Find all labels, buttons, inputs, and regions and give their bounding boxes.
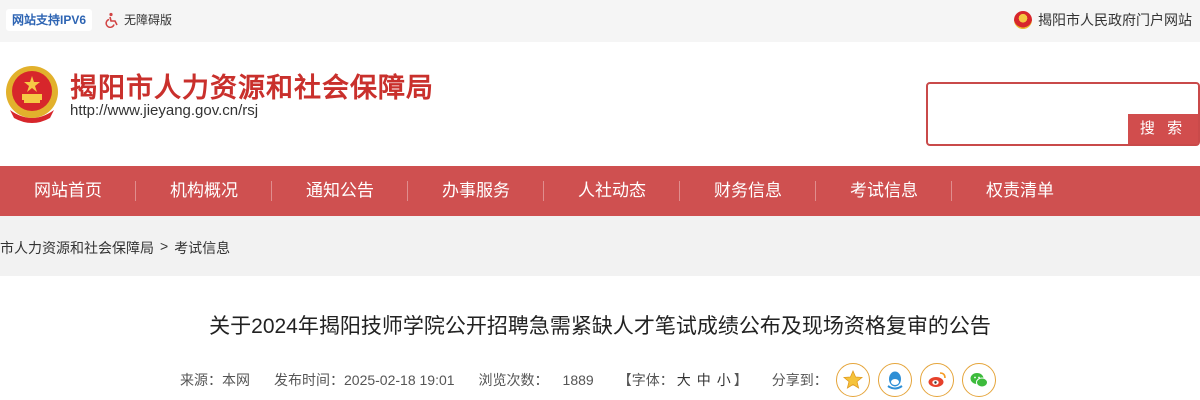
breadcrumb-home[interactable]: 市人力资源和社会保障局 xyxy=(0,238,154,258)
main-nav: 网站首页 机构概况 通知公告 办事服务 人社动态 财务信息 考试信息 权责清单 xyxy=(0,166,1200,216)
accessibility-label: 无障碍版 xyxy=(124,13,173,27)
top-utility-bar: 网站支持IPV6 无障碍版 揭阳市人民政府门户网站 xyxy=(0,0,1200,42)
font-medium-button[interactable]: 中 xyxy=(697,370,711,390)
qzone-icon xyxy=(842,369,863,389)
share-weibo-button[interactable] xyxy=(919,363,954,397)
article-title: 关于2024年揭阳技师学院公开招聘急需紧缺人才笔试成绩公布及现场资格复审的公告 xyxy=(209,315,991,338)
article-published: 发布时间：2025-02-18 19:01 xyxy=(274,372,455,388)
article-views: 浏览次数： 1889 xyxy=(479,370,594,390)
site-title: 揭阳市人力资源和社会保障局 xyxy=(70,73,434,103)
views-count: 1889 xyxy=(562,372,594,388)
nav-item-notices[interactable]: 通知公告 xyxy=(272,166,408,216)
search-button[interactable]: 搜 索 xyxy=(1128,114,1198,144)
wheelchair-icon xyxy=(105,12,118,28)
nav-item-services[interactable]: 办事服务 xyxy=(408,166,544,216)
wechat-icon xyxy=(970,373,988,388)
share-qzone-button[interactable] xyxy=(835,363,870,397)
breadcrumb-current[interactable]: 考试信息 xyxy=(174,238,230,258)
breadcrumb-separator: > xyxy=(160,238,169,254)
nav-item-powers[interactable]: 权责清单 xyxy=(952,166,1088,216)
portal-link[interactable]: 揭阳市人民政府门户网站 xyxy=(1014,10,1192,30)
article-meta: 来源：本网 发布时间：2025-02-18 19:01 浏览次数： 1889 【字… xyxy=(180,362,996,398)
nav-item-about[interactable]: 机构概况 xyxy=(136,166,272,216)
ipv6-badge: 网站支持IPV6 xyxy=(6,9,93,31)
share-qq-button[interactable] xyxy=(877,363,912,397)
share-wechat-button[interactable] xyxy=(961,363,996,397)
font-size-control: 【字体： 大 中 小 】 xyxy=(618,370,748,390)
font-large-button[interactable]: 大 xyxy=(677,370,691,390)
nav-item-news[interactable]: 人社动态 xyxy=(544,166,680,216)
font-close: 】 xyxy=(733,372,748,388)
breadcrumb: 市人力资源和社会保障局 > 考试信息 xyxy=(0,238,230,258)
qq-icon xyxy=(887,371,903,390)
font-label: 【字体： xyxy=(617,372,674,388)
article-source: 来源：本网 xyxy=(180,372,250,388)
national-emblem-icon xyxy=(6,66,58,123)
portal-label: 揭阳市人民政府门户网站 xyxy=(1038,12,1192,28)
nav-item-exams[interactable]: 考试信息 xyxy=(816,166,952,216)
share-label: 分享到： xyxy=(771,372,828,388)
share-icons xyxy=(835,363,996,397)
weibo-icon xyxy=(928,372,946,387)
breadcrumb-bar: 市人力资源和社会保障局 > 考试信息 xyxy=(0,216,1200,276)
site-url: http://www.jieyang.gov.cn/rsj xyxy=(70,102,259,119)
emblem-icon xyxy=(1014,11,1032,29)
search-input[interactable] xyxy=(932,88,1128,138)
font-small-button[interactable]: 小 xyxy=(717,370,731,390)
nav-item-finance[interactable]: 财务信息 xyxy=(680,166,816,216)
views-label: 浏览次数： xyxy=(478,372,549,388)
site-header: 揭阳市人力资源和社会保障局 http://www.jieyang.gov.cn/… xyxy=(0,42,1200,166)
search-box: 搜 索 xyxy=(926,82,1200,146)
nav-item-home[interactable]: 网站首页 xyxy=(0,166,136,216)
accessibility-link[interactable]: 无障碍版 xyxy=(104,11,172,28)
